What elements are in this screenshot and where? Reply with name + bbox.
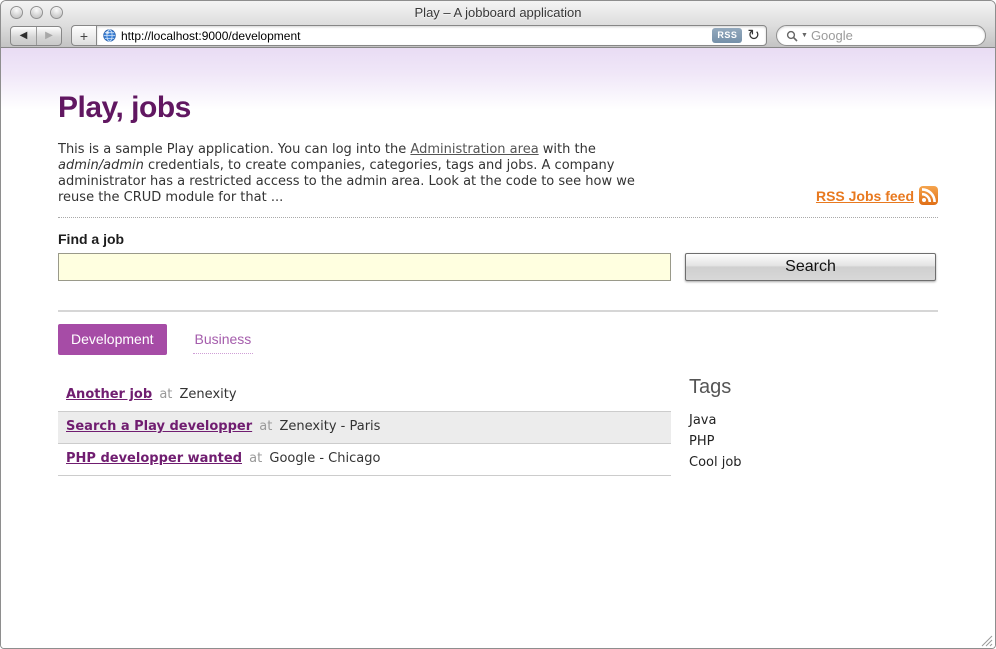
job-company: Zenexity	[180, 387, 237, 402]
job-title-link[interactable]: Search a Play developper	[66, 419, 252, 434]
tags-heading: Tags	[689, 376, 938, 399]
nav-buttons: ◀ ▶	[10, 26, 62, 46]
address-bar-group: + http://localhost:9000/development RSS	[71, 25, 767, 46]
job-at-label: at	[249, 451, 262, 466]
job-at-label: at	[159, 387, 172, 402]
search-engine-caret-icon: ▼	[801, 32, 808, 39]
globe-favicon-icon	[103, 29, 116, 42]
web-search-field[interactable]: ▼ Google	[776, 25, 986, 46]
intro-section: This is a sample Play application. You c…	[58, 142, 938, 206]
dotted-divider	[58, 217, 938, 218]
intro-paragraph: This is a sample Play application. You c…	[58, 142, 666, 206]
window-title: Play – A jobboard application	[1, 5, 995, 20]
intro-text-2: with the	[539, 142, 596, 157]
intro-text-3: credentials, to create companies, catego…	[58, 158, 635, 205]
resize-grip-icon[interactable]	[980, 634, 993, 647]
tag-item: PHP	[689, 435, 938, 449]
rss-badge-button[interactable]: RSS	[712, 28, 742, 43]
job-list-item: Search a Play developper at Zenexity - P…	[58, 412, 671, 444]
titlebar[interactable]: Play – A jobboard application	[1, 1, 995, 23]
tag-item: Cool job	[689, 456, 938, 470]
intro-text-1: This is a sample Play application. You c…	[58, 142, 410, 157]
job-company: Google - Chicago	[269, 451, 380, 466]
new-tab-button[interactable]: +	[71, 25, 96, 46]
category-tabs: Development Business	[58, 324, 938, 355]
tags-list: Java PHP Cool job	[689, 414, 938, 470]
job-at-label: at	[259, 419, 272, 434]
window-chrome: Play – A jobboard application ◀ ▶ +	[1, 1, 995, 48]
jobs-list: Another job at Zenexity Search a Play de…	[58, 380, 671, 477]
traffic-lights	[10, 6, 63, 19]
reload-icon[interactable]: ↻	[747, 28, 760, 43]
page-viewport: Play, jobs This is a sample Play applica…	[1, 48, 995, 649]
close-window-icon[interactable]	[10, 6, 23, 19]
zoom-window-icon[interactable]	[50, 6, 63, 19]
magnifier-icon	[786, 30, 798, 42]
job-title-link[interactable]: PHP developper wanted	[66, 451, 242, 466]
job-company: Zenexity - Paris	[280, 419, 381, 434]
rss-feed-icon[interactable]	[919, 186, 938, 205]
rss-jobs-feed-link[interactable]: RSS Jobs feed	[816, 188, 914, 204]
job-search-input[interactable]	[58, 253, 671, 281]
url-field[interactable]: http://localhost:9000/development RSS ↻	[96, 25, 767, 46]
rss-feed-linkbox: RSS Jobs feed	[816, 186, 938, 205]
page-title: Play, jobs	[58, 48, 938, 124]
tab-business[interactable]: Business	[193, 324, 254, 354]
forward-button[interactable]: ▶	[36, 27, 61, 45]
section-divider	[58, 310, 938, 312]
job-list-item: Another job at Zenexity	[58, 380, 671, 412]
tab-development[interactable]: Development	[58, 324, 167, 355]
browser-toolbar: ◀ ▶ + http://localhost:9000	[1, 23, 995, 48]
forward-icon: ▶	[45, 30, 53, 41]
tag-item: Java	[689, 414, 938, 428]
search-button[interactable]: Search	[685, 253, 936, 281]
credentials-text: admin/admin	[58, 158, 144, 173]
job-search-row: Search	[58, 253, 938, 281]
job-list-item: PHP developper wanted at Google - Chicag…	[58, 444, 671, 476]
back-button[interactable]: ◀	[11, 27, 36, 45]
browser-window: Play – A jobboard application ◀ ▶ +	[0, 0, 996, 649]
minimize-window-icon[interactable]	[30, 6, 43, 19]
web-search-placeholder: Google	[811, 28, 853, 43]
job-title-link[interactable]: Another job	[66, 387, 152, 402]
back-icon: ◀	[20, 30, 28, 41]
url-text: http://localhost:9000/development	[121, 29, 707, 43]
find-job-label: Find a job	[58, 232, 938, 247]
tags-section: Tags Java PHP Cool job	[689, 380, 938, 477]
plus-icon: +	[80, 28, 88, 44]
administration-area-link[interactable]: Administration area	[410, 142, 538, 157]
